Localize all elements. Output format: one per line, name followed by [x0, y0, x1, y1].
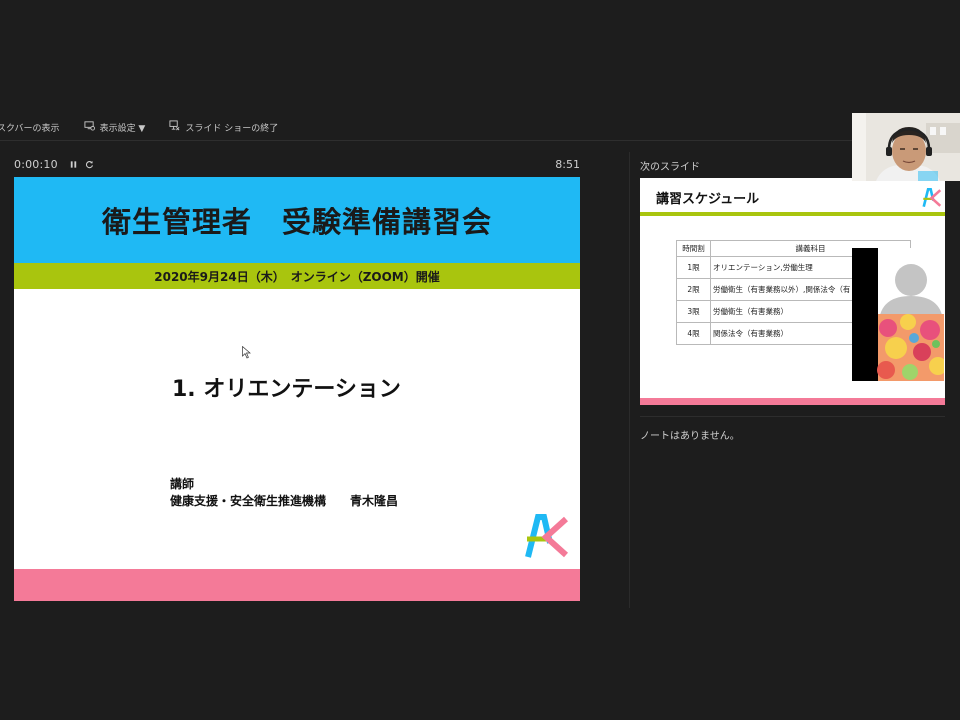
table-cell: 2限 [676, 278, 711, 301]
end-slideshow-label: スライド ショーの終了 [185, 123, 279, 134]
pane-divider[interactable] [629, 152, 630, 608]
end-show-icon [169, 120, 180, 134]
display-settings-button[interactable]: 表示設定 ▼ [84, 120, 146, 134]
avatar-icon [852, 248, 944, 381]
presenter-webcam [852, 113, 960, 181]
speaker-notes: ノートはありません。 [640, 431, 740, 442]
slide-subtitle-band: 2020年9月24日（木） オンライン（ZOOM）開催 [14, 263, 580, 289]
organization-logo-icon [922, 188, 942, 208]
next-slide-title: 講習スケジュール [656, 192, 760, 207]
slide-section-title: 1. オリエンテーション [172, 377, 401, 402]
pause-icon[interactable] [68, 158, 80, 170]
table-cell: 3限 [676, 300, 711, 323]
organization-logo-icon [525, 514, 569, 558]
mouse-pointer-icon [242, 346, 251, 359]
end-slideshow-button[interactable]: スライド ショーの終了 [169, 120, 278, 134]
next-slide-label: 次のスライド [640, 162, 700, 173]
next-slide-title-underline [640, 212, 945, 216]
table-header-cell: 時間割 [676, 240, 711, 257]
webcam-video-image [852, 113, 960, 181]
show-taskbar-button[interactable]: タスクバーの表示 [0, 121, 60, 134]
show-taskbar-label: タスクバーの表示 [0, 123, 60, 134]
notes-divider [640, 416, 945, 417]
display-settings-label: 表示設定 ▼ [99, 123, 146, 134]
table-cell: 4限 [676, 322, 711, 345]
table-cell: 1限 [676, 256, 711, 279]
participant-video-tile [852, 248, 944, 381]
timer-bar: 0:00:10 8:51 [14, 157, 580, 171]
next-slide-footer-band [640, 398, 945, 405]
slide-header: 衛生管理者 受験準備講習会 [14, 177, 580, 263]
slide-title: 衛生管理者 受験準備講習会 [101, 205, 492, 239]
lecturer-label: 講師 [170, 477, 195, 491]
lecturer-name: 健康支援・安全衛生推進機構 青木隆昌 [170, 494, 399, 508]
presenter-toolbar: タスクバーの表示 表示設定 ▼ スライド ショーの終了 [0, 112, 850, 142]
toolbar-divider [0, 140, 960, 141]
clock: 8:51 [555, 157, 580, 171]
slide-footer-band [14, 569, 580, 601]
restart-timer-icon[interactable] [84, 158, 96, 170]
elapsed-time: 0:00:10 [14, 157, 58, 171]
monitor-icon [84, 120, 95, 134]
slide-subtitle: 2020年9月24日（木） オンライン（ZOOM）開催 [154, 269, 440, 284]
current-slide[interactable]: 衛生管理者 受験準備講習会 2020年9月24日（木） オンライン（ZOOM）開… [14, 177, 580, 601]
